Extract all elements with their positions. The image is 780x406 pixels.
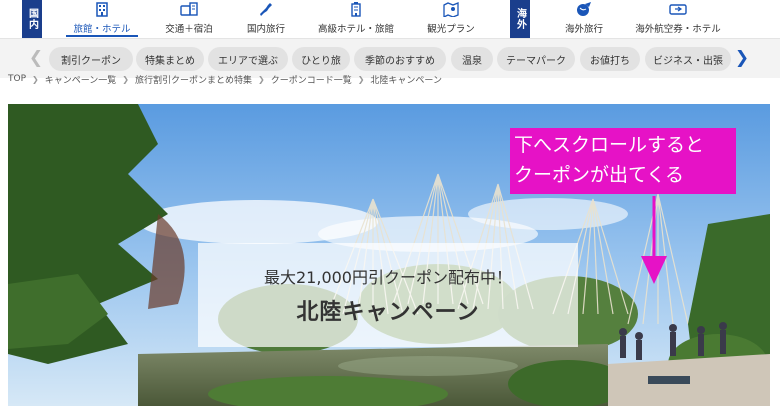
nav-item-domestic-travel[interactable]: 国内旅行 xyxy=(244,0,288,38)
breadcrumb-coupon-feature[interactable]: 旅行割引クーポンまとめ特集 xyxy=(135,73,252,86)
promo-box: 最大21,000円引クーポン配布中！ 北陸キャンペーン xyxy=(198,243,578,347)
transport-icon xyxy=(180,1,198,17)
nav-label: 旅館・ホテル xyxy=(73,24,131,35)
chip-theme-park[interactable]: テーマパーク xyxy=(497,47,575,71)
breadcrumb-current: 北陸キャンペーン xyxy=(370,75,442,86)
domestic-tag: 国内 xyxy=(22,0,42,38)
chevron-right-icon[interactable]: ❯ xyxy=(734,47,750,69)
nav-label: 海外旅行 xyxy=(564,24,603,35)
annotation-line-2: クーポンが出てくる xyxy=(514,164,685,186)
promo-title: 北陸キャンペーン xyxy=(296,300,480,325)
nav-item-sightseeing[interactable]: 観光プラン xyxy=(426,0,476,38)
breadcrumb-top[interactable]: TOP xyxy=(8,74,26,84)
luxury-hotel-icon xyxy=(347,1,365,17)
overseas-tag: 海外 xyxy=(510,0,530,38)
nav-label: 国内旅行 xyxy=(246,24,285,35)
globe-plane-icon xyxy=(575,1,593,17)
nav-item-overseas-air-hotel[interactable]: 海外航空券・ホテル xyxy=(635,0,721,38)
nav-item-overseas-travel[interactable]: 海外旅行 xyxy=(563,0,605,38)
active-indicator xyxy=(66,35,138,37)
nav-label: 高級ホテル・旅館 xyxy=(318,24,395,35)
nav-item-transport[interactable]: 交通＋宿泊 xyxy=(160,0,218,38)
japan-map-icon xyxy=(257,1,275,17)
breadcrumb-campaigns[interactable]: キャンペーン一覧 xyxy=(45,73,117,86)
chip-discount-coupon[interactable]: 割引クーポン xyxy=(49,47,133,71)
sightseeing-map-icon xyxy=(442,1,460,17)
chip-features[interactable]: 特集まとめ xyxy=(136,47,204,71)
breadcrumb-coupon-codes[interactable]: クーポンコード一覧 xyxy=(271,73,352,86)
nav-label: 観光プラン xyxy=(427,24,475,35)
chip-solo-travel[interactable]: ひとり旅 xyxy=(292,47,350,71)
top-navigation: 国内 旅館・ホテル 交通＋宿泊 国内旅行 高級ホテル・旅館 観光プラン 海外 海… xyxy=(0,0,780,38)
annotation-line-1: 下へスクロールすると xyxy=(514,134,705,156)
chip-business[interactable]: ビジネス・出張 xyxy=(645,47,731,71)
nav-item-hotels[interactable]: 旅館・ホテル xyxy=(66,0,138,38)
hotel-icon xyxy=(93,1,111,17)
nav-item-luxury-hotels[interactable]: 高級ホテル・旅館 xyxy=(318,0,394,38)
nav-label: 交通＋宿泊 xyxy=(165,24,213,35)
chevron-right-icon: ❯ xyxy=(122,74,129,84)
chevron-right-icon: ❯ xyxy=(32,74,39,84)
chevron-right-icon: ❯ xyxy=(357,74,365,84)
nav-label: 海外航空券・ホテル xyxy=(635,24,721,35)
chip-onsen[interactable]: 温泉 xyxy=(451,47,493,71)
chip-by-area[interactable]: エリアで選ぶ xyxy=(208,47,288,71)
breadcrumb: TOP ❯ キャンペーン一覧 ❯ 旅行割引クーポンまとめ特集 ❯ クーポンコード… xyxy=(8,72,442,86)
chip-value[interactable]: お値打ち xyxy=(580,47,640,71)
chevron-right-icon: ❯ xyxy=(258,74,265,84)
ticket-icon xyxy=(669,1,687,17)
promo-subtitle: 最大21,000円引クーポン配布中！ xyxy=(264,268,512,287)
chip-seasonal[interactable]: 季節のおすすめ xyxy=(354,47,446,71)
scroll-hint-annotation: 下へスクロールすると クーポンが出てくる xyxy=(510,128,736,194)
chevron-left-icon[interactable]: ❮ xyxy=(28,47,44,69)
